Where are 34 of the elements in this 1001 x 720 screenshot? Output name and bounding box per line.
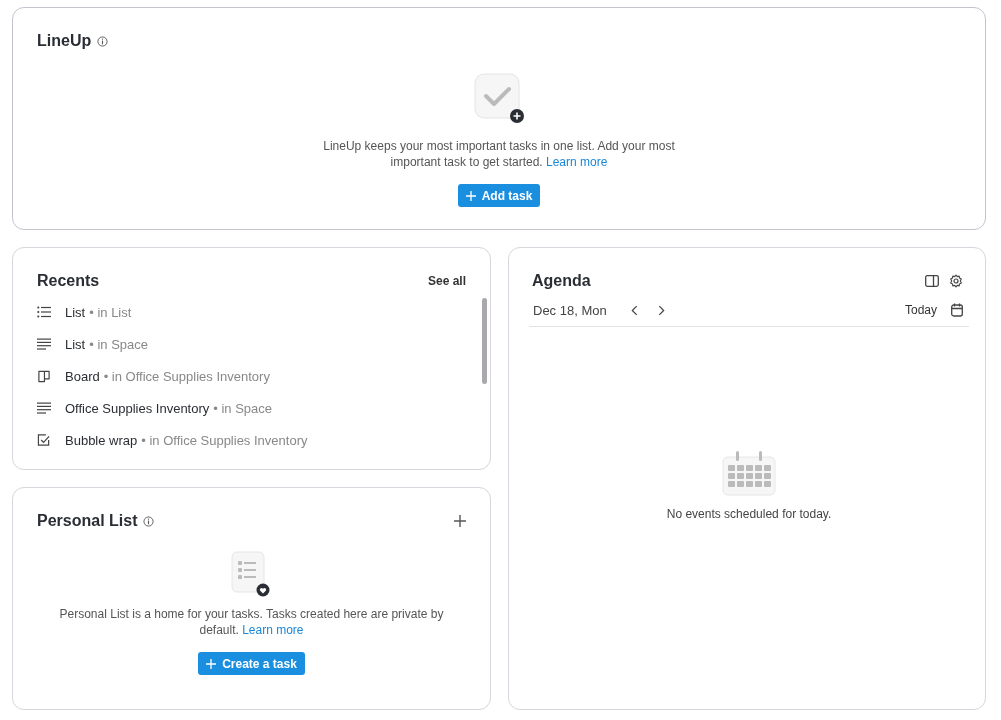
today-button[interactable]: Today	[904, 303, 937, 317]
card-title: Personal List	[37, 512, 138, 530]
calendar-icon	[721, 449, 777, 497]
learn-more-link[interactable]: Learn more	[242, 623, 304, 637]
plus-icon	[465, 190, 476, 201]
learn-more-link[interactable]: Learn more	[546, 155, 608, 169]
recent-item[interactable]: Bubble wrap • in Office Supplies Inventory	[37, 424, 466, 456]
plus-icon	[206, 658, 217, 669]
checkbox-icon	[37, 433, 51, 447]
settings-icon[interactable]	[949, 274, 963, 288]
description-text: Personal List is a home for your tasks. Tasks created here are private by default. Learn more	[58, 606, 445, 638]
see-all-link[interactable]: See all	[427, 274, 466, 288]
card-title: Agenda	[532, 272, 591, 290]
recent-item[interactable]: List • in List	[37, 296, 466, 328]
add-icon[interactable]	[454, 515, 466, 527]
chevron-right-icon[interactable]	[657, 304, 665, 316]
info-icon[interactable]	[97, 35, 109, 47]
bulleted-list-icon	[37, 306, 51, 318]
recent-item[interactable]: List • in Space	[37, 328, 466, 360]
board-icon	[37, 369, 51, 383]
card-title: LineUp	[37, 32, 92, 50]
empty-state-text: No events scheduled for today.	[666, 507, 832, 521]
date-label: Dec 18, Mon	[533, 302, 607, 318]
calendar-icon[interactable]	[951, 303, 963, 317]
text-lines-icon	[37, 338, 51, 350]
card-title: Recents	[37, 272, 100, 290]
description-text: LineUp keeps your most important tasks in one list. Add your most important task to get started. Learn more	[322, 138, 676, 170]
info-icon[interactable]	[143, 515, 155, 527]
recent-item[interactable]: Office Supplies Inventory • in Space	[37, 392, 466, 424]
chevron-left-icon[interactable]	[630, 304, 638, 316]
scrollbar[interactable]	[482, 298, 487, 384]
side-panel-icon[interactable]	[925, 275, 939, 287]
recent-item[interactable]: Board • in Office Supplies Inventory	[37, 360, 466, 392]
text-lines-icon	[37, 402, 51, 414]
